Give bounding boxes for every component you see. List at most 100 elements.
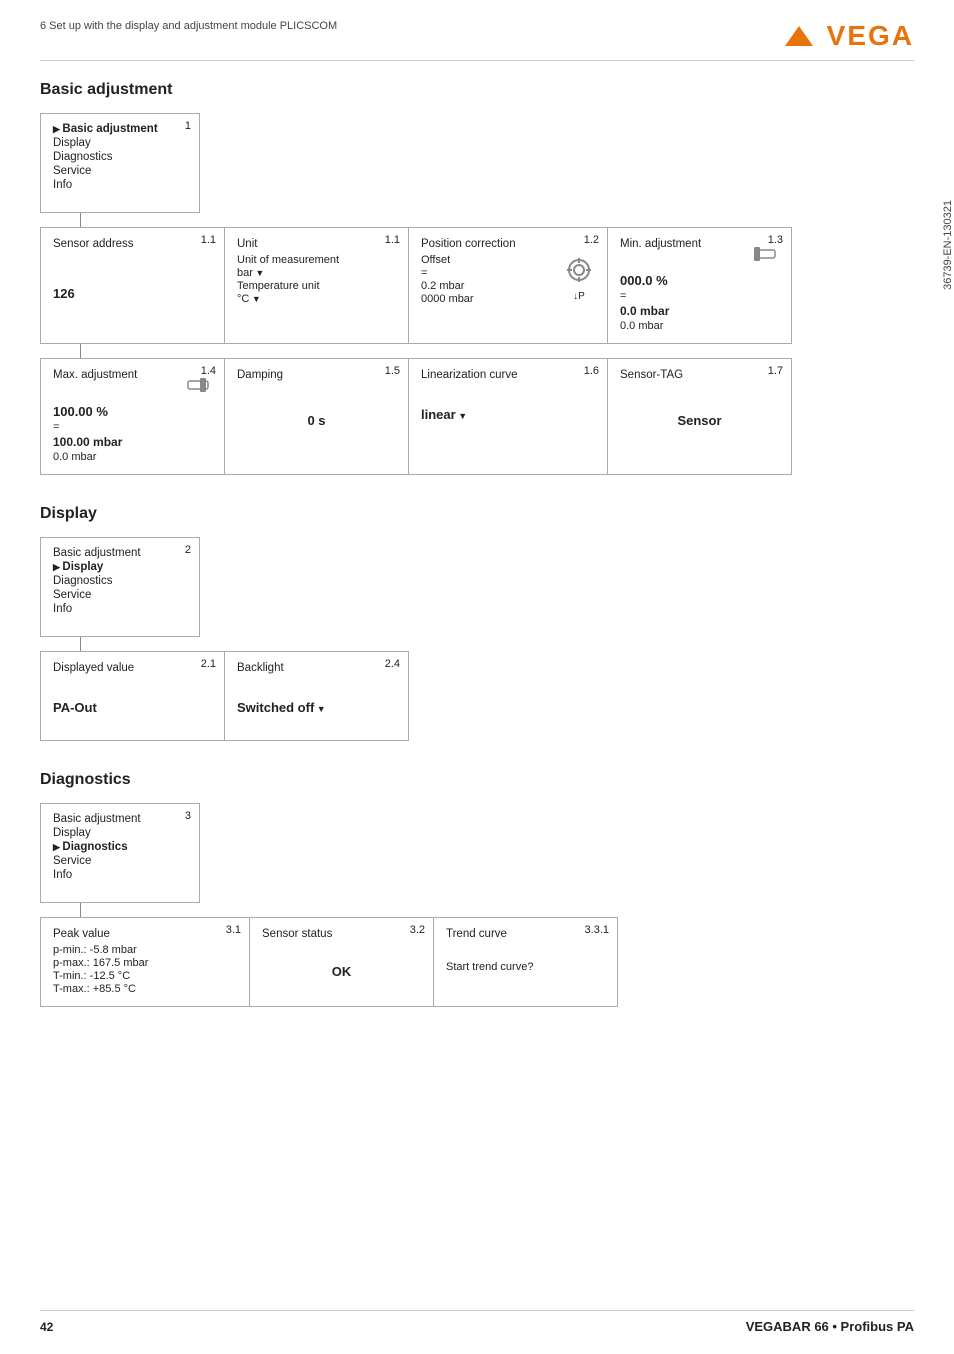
min-adjustment-value: 000.0 % bbox=[620, 273, 779, 288]
card-num-1-1b: 1.1 bbox=[385, 234, 400, 246]
unit-bar-value[interactable]: bar bbox=[237, 267, 396, 279]
menu-item-service[interactable]: Service bbox=[53, 164, 187, 178]
sensor-status-card: 3.2 Sensor status OK bbox=[249, 917, 434, 1007]
card-num-3-1: 3.1 bbox=[226, 924, 241, 936]
min-eq: = bbox=[620, 290, 779, 302]
diagnostics-menu-service[interactable]: Service bbox=[53, 854, 187, 868]
display-connector bbox=[80, 637, 81, 651]
p-min-value: p-min.: -5.8 mbar bbox=[53, 944, 237, 956]
unit-card: 1.1 Unit Unit of measurement bar Tempera… bbox=[224, 227, 409, 344]
diagnostics-menu-number: 3 bbox=[185, 810, 191, 822]
basic-adjustment-title: Basic adjustment bbox=[40, 81, 914, 99]
sensor-tag-value: Sensor bbox=[620, 413, 779, 428]
linearization-value[interactable]: linear bbox=[421, 407, 595, 422]
sensor-address-card: 1.1 Sensor address 126 bbox=[40, 227, 225, 344]
max-eq: = bbox=[53, 421, 212, 433]
position-correction-card: 1.2 Position correction Offset = 0.2 mba… bbox=[408, 227, 608, 344]
displayed-value-label: Displayed value bbox=[53, 662, 212, 674]
card-num-1-2: 1.2 bbox=[584, 234, 599, 246]
position-correction-label: Position correction bbox=[421, 238, 516, 250]
min-adjustment-label: Min. adjustment bbox=[620, 238, 701, 250]
card-num-3-3-1: 3.3.1 bbox=[585, 924, 609, 936]
card-num-3-2: 3.2 bbox=[410, 924, 425, 936]
vega-logo: VEGA bbox=[785, 20, 914, 52]
linearization-card: 1.6 Linearization curve linear bbox=[408, 358, 608, 475]
unit-label: Unit bbox=[237, 238, 396, 250]
start-trend-value[interactable]: Start trend curve? bbox=[446, 961, 605, 973]
diagnostics-connector bbox=[80, 903, 81, 917]
max-mbar-sub: 0.0 mbar bbox=[53, 451, 212, 463]
display-menu-diagnostics[interactable]: Diagnostics bbox=[53, 574, 187, 588]
menu-item-info[interactable]: Info bbox=[53, 178, 187, 192]
sensor-tag-card: 1.7 Sensor-TAG Sensor bbox=[607, 358, 792, 475]
damping-value: 0 s bbox=[237, 413, 396, 428]
damping-label: Damping bbox=[237, 369, 396, 381]
display-menu-display[interactable]: Display bbox=[53, 560, 187, 574]
peak-value-card: 3.1 Peak value p-min.: -5.8 mbar p-max.:… bbox=[40, 917, 250, 1007]
side-document-id: 36739-EN-130321 bbox=[938, 200, 954, 290]
diagnostics-menu-display[interactable]: Display bbox=[53, 826, 187, 840]
basic-adjustment-section: Basic adjustment 1 Basic adjustment Disp… bbox=[40, 81, 914, 475]
card-num-2-4: 2.4 bbox=[385, 658, 400, 670]
display-section: Display 2 Basic adjustment Display Diagn… bbox=[40, 505, 914, 741]
basic-adjustment-row2: 1.4 Max. adjustment 100.00 % = 100.00 mb… bbox=[40, 358, 914, 475]
display-menu-info[interactable]: Info bbox=[53, 602, 187, 616]
unit-of-measurement-label: Unit of measurement bbox=[237, 254, 396, 266]
menu-item-display[interactable]: Display bbox=[53, 136, 187, 150]
connector-v2 bbox=[80, 344, 81, 358]
unit-celsius-value[interactable]: °C bbox=[237, 293, 396, 305]
display-menu-basic[interactable]: Basic adjustment bbox=[53, 546, 187, 560]
offset-value2: 0000 mbar bbox=[421, 293, 516, 305]
sensor-address-label: Sensor address bbox=[53, 238, 212, 250]
menu-number: 1 bbox=[185, 120, 191, 132]
max-adjustment-label: Max. adjustment bbox=[53, 369, 137, 381]
offset-value: 0.2 mbar bbox=[421, 280, 516, 292]
offset-eq: = bbox=[421, 267, 516, 279]
linearization-label: Linearization curve bbox=[421, 369, 595, 381]
backlight-label: Backlight bbox=[237, 662, 396, 674]
trend-curve-card: 3.3.1 Trend curve Start trend curve? bbox=[433, 917, 618, 1007]
backlight-value[interactable]: Switched off bbox=[237, 700, 396, 715]
sensor-tag-label: Sensor-TAG bbox=[620, 369, 779, 381]
p-max-value: p-max.: 167.5 mbar bbox=[53, 957, 237, 969]
page-header: 6 Set up with the display and adjustment… bbox=[40, 20, 914, 61]
position-correction-icon bbox=[563, 254, 595, 286]
card-num-1-3: 1.3 bbox=[768, 234, 783, 246]
temperature-unit-label: Temperature unit bbox=[237, 280, 396, 292]
menu-item-diagnostics[interactable]: Diagnostics bbox=[53, 150, 187, 164]
position-icon-label: ↓P bbox=[563, 291, 595, 302]
min-mbar-sub: 0.0 mbar bbox=[620, 320, 779, 332]
product-name: VEGABAR 66 • Profibus PA bbox=[746, 1319, 914, 1334]
card-num-1-4: 1.4 bbox=[201, 365, 216, 377]
diagnostics-section-title: Diagnostics bbox=[40, 771, 914, 789]
offset-label: Offset bbox=[421, 254, 516, 266]
min-mbar-value: 0.0 mbar bbox=[620, 304, 779, 318]
min-adjustment-card: 1.3 Min. adjustment 000.0 % = 0.0 mbar bbox=[607, 227, 792, 344]
diagnostics-section: Diagnostics 3 Basic adjustment Display D… bbox=[40, 771, 914, 1007]
t-min-value: T-min.: -12.5 °C bbox=[53, 970, 237, 982]
display-menu-service[interactable]: Service bbox=[53, 588, 187, 602]
display-section-title: Display bbox=[40, 505, 914, 523]
display-cards-row: 2.1 Displayed value PA-Out 2.4 Backlight… bbox=[40, 651, 914, 741]
card-num-1-7: 1.7 bbox=[768, 365, 783, 377]
connector-v1 bbox=[80, 213, 81, 227]
diagnostics-menu: 3 Basic adjustment Display Diagnostics S… bbox=[40, 803, 200, 903]
card-num-2-1: 2.1 bbox=[201, 658, 216, 670]
max-adjustment-value: 100.00 % bbox=[53, 404, 212, 419]
max-adjustment-card: 1.4 Max. adjustment 100.00 % = 100.00 mb… bbox=[40, 358, 225, 475]
trend-curve-label: Trend curve bbox=[446, 928, 605, 940]
sensor-status-label: Sensor status bbox=[262, 928, 421, 940]
card-num-1-1a: 1.1 bbox=[201, 234, 216, 246]
diagnostics-menu-basic[interactable]: Basic adjustment bbox=[53, 812, 187, 826]
menu-item-basic[interactable]: Basic adjustment bbox=[53, 122, 187, 136]
display-menu: 2 Basic adjustment Display Diagnostics S… bbox=[40, 537, 200, 637]
displayed-value-card: 2.1 Displayed value PA-Out bbox=[40, 651, 225, 741]
page-number: 42 bbox=[40, 1320, 53, 1334]
diagnostics-menu-diagnostics[interactable]: Diagnostics bbox=[53, 840, 187, 854]
max-mbar-value: 100.00 mbar bbox=[53, 435, 212, 449]
card-num-1-5: 1.5 bbox=[385, 365, 400, 377]
basic-adjustment-row1: 1.1 Sensor address 126 1.1 Unit Unit of … bbox=[40, 227, 914, 344]
breadcrumb: 6 Set up with the display and adjustment… bbox=[40, 20, 337, 32]
vega-logo-triangle bbox=[785, 26, 813, 46]
diagnostics-menu-info[interactable]: Info bbox=[53, 868, 187, 882]
